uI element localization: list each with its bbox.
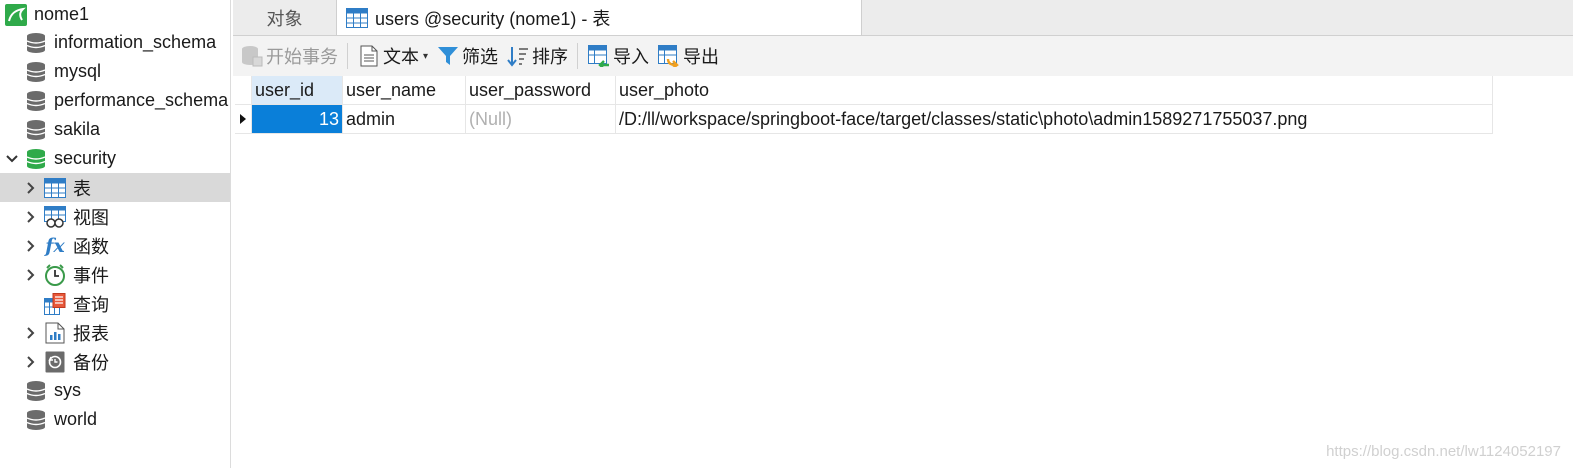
tree-item-queries[interactable]: 查询: [0, 289, 230, 318]
toolbar: 开始事务 文本 ▾ 筛选 排序 导入 导出: [233, 36, 1573, 76]
chevron-right-icon[interactable]: [24, 260, 38, 289]
watermark-text: https://blog.csdn.net/lw1124052197: [1326, 443, 1561, 460]
tree-item-security[interactable]: security: [0, 144, 230, 173]
cell-user-photo[interactable]: /D:/ll/workspace/springboot-face/target/…: [616, 105, 1493, 134]
cell-user-id[interactable]: 13: [252, 105, 343, 134]
database-icon: [24, 31, 48, 55]
tree-item-backups[interactable]: 备份: [0, 347, 230, 376]
chevron-right-icon[interactable]: [24, 347, 38, 376]
text-view-label: 文本: [383, 47, 419, 67]
grid-header-row: user_id user_name user_password user_pho…: [235, 76, 1493, 105]
tab-objects[interactable]: 对象: [233, 0, 336, 35]
tree-item-label: 报表: [73, 323, 109, 344]
chevron-right-icon[interactable]: [24, 202, 38, 231]
cell-user-name[interactable]: admin: [343, 105, 466, 134]
begin-transaction-label: 开始事务: [266, 47, 338, 67]
column-header-user-password[interactable]: user_password: [466, 76, 616, 105]
database-icon: [24, 379, 48, 403]
database-open-icon: [24, 147, 48, 171]
column-header-user-name[interactable]: user_name: [343, 76, 466, 105]
tree-item-label: performance_schema: [54, 90, 229, 110]
tab-bar: 对象 users @security (nome1) - 表: [233, 0, 1573, 36]
query-icon: [43, 292, 67, 316]
sort-icon: [506, 44, 530, 68]
sort-button[interactable]: 排序: [506, 36, 568, 76]
column-header-user-photo[interactable]: user_photo: [616, 76, 1493, 105]
filter-funnel-icon: [436, 44, 460, 68]
chevron-down-icon[interactable]: [5, 144, 19, 173]
event-clock-icon: [43, 263, 67, 287]
column-header-user-id[interactable]: user_id: [252, 76, 343, 105]
tree-item-functions[interactable]: fx 函数: [0, 231, 230, 260]
tree-item-label: world: [54, 409, 98, 429]
tree-item-label: information_schema: [54, 32, 217, 52]
chevron-right-icon[interactable]: [24, 173, 38, 202]
cell-user-password[interactable]: (Null): [466, 105, 616, 134]
report-icon: [43, 321, 67, 345]
tree-item-reports[interactable]: 报表: [0, 318, 230, 347]
tree-item-label: 事件: [73, 265, 109, 286]
view-icon: [43, 205, 67, 229]
connection-label: nome1: [34, 4, 90, 24]
begin-transaction-button[interactable]: 开始事务: [240, 36, 338, 76]
text-view-button[interactable]: 文本 ▾: [357, 36, 428, 76]
database-transaction-icon: [240, 44, 264, 68]
database-icon: [24, 408, 48, 432]
object-tree-sidebar: nome1 information_schema mysql performan…: [0, 0, 231, 468]
tab-label: 对象: [266, 8, 303, 29]
tree-item-sys[interactable]: sys: [0, 376, 230, 405]
tree-item-tables[interactable]: 表: [0, 173, 230, 202]
table-row[interactable]: 13 admin (Null) /D:/ll/workspace/springb…: [235, 105, 1493, 134]
filter-button[interactable]: 筛选: [436, 36, 498, 76]
function-icon: fx: [45, 234, 65, 257]
tree-item-information-schema[interactable]: information_schema: [0, 28, 230, 57]
row-header-corner: [235, 76, 252, 105]
tree-item-label: sys: [54, 380, 81, 400]
tree-item-label: security: [54, 148, 117, 168]
tree-item-label: 备份: [73, 352, 109, 373]
tree-item-performance-schema[interactable]: performance_schema: [0, 86, 230, 115]
tree-item-label: 视图: [73, 207, 109, 228]
tree-item-label: 查询: [73, 294, 109, 315]
sort-label: 排序: [532, 47, 569, 67]
database-icon: [24, 60, 48, 84]
database-icon: [24, 89, 48, 113]
export-button[interactable]: 导出: [657, 36, 719, 76]
data-grid: user_id user_name user_password user_pho…: [235, 76, 1493, 134]
chevron-right-icon[interactable]: [24, 318, 38, 347]
table-icon: [43, 176, 67, 200]
tab-label: users @security (nome1) - 表: [375, 8, 611, 29]
current-row-indicator-icon[interactable]: [235, 105, 252, 134]
filter-label: 筛选: [462, 47, 499, 67]
tree-item-label: mysql: [54, 61, 102, 81]
import-button[interactable]: 导入: [587, 36, 649, 76]
import-label: 导入: [613, 47, 650, 67]
dropdown-caret-icon[interactable]: ▾: [423, 51, 428, 62]
tree-item-label: 函数: [73, 236, 109, 257]
backup-icon: [43, 350, 67, 374]
export-icon: [657, 44, 681, 68]
database-icon: [24, 118, 48, 142]
connection-node-nome1[interactable]: nome1: [0, 0, 230, 29]
mysql-connection-icon: [4, 3, 28, 27]
table-icon: [345, 6, 369, 30]
toolbar-divider: [577, 43, 579, 69]
export-label: 导出: [683, 47, 720, 67]
toolbar-divider: [347, 43, 348, 69]
tree-item-label: 表: [73, 178, 91, 199]
tab-users-table[interactable]: users @security (nome1) - 表: [336, 0, 862, 35]
tree-item-mysql[interactable]: mysql: [0, 57, 230, 86]
chevron-right-icon[interactable]: [24, 231, 38, 260]
tree-item-events[interactable]: 事件: [0, 260, 230, 289]
tree-item-world[interactable]: world: [0, 405, 230, 434]
tree-item-sakila[interactable]: sakila: [0, 115, 230, 144]
import-icon: [587, 44, 611, 68]
tree-item-views[interactable]: 视图: [0, 202, 230, 231]
document-icon: [357, 44, 381, 68]
tree-item-label: sakila: [54, 119, 101, 139]
